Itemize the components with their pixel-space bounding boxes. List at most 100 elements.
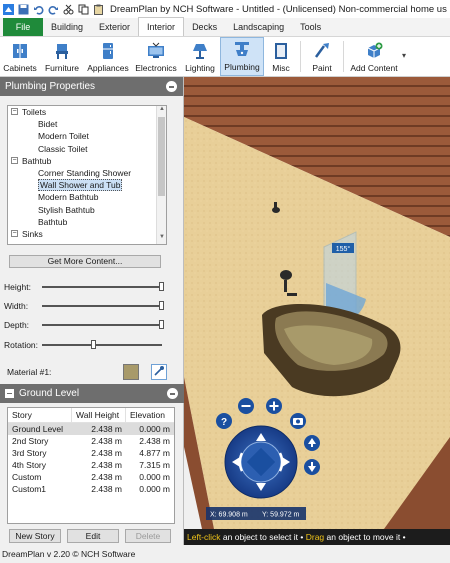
- table-row[interactable]: Ground Level 2.438 m 0.000 m: [8, 423, 174, 435]
- plumbing-properties-header[interactable]: Plumbing Properties: [0, 77, 183, 96]
- tree-item-label: Wall Shower and Tub: [38, 179, 123, 192]
- rotation-slider-knob[interactable]: [90, 340, 96, 349]
- table-row[interactable]: Custom 2.438 m 0.000 m: [8, 471, 174, 483]
- width-slider-knob[interactable]: [159, 301, 164, 310]
- tree-category[interactable]: − Toilets: [8, 106, 166, 118]
- paste-icon[interactable]: [93, 4, 104, 15]
- save-icon[interactable]: [18, 4, 29, 15]
- tree-item-label: Toilets: [22, 107, 47, 117]
- table-row[interactable]: 3rd Story 2.438 m 4.877 m: [8, 447, 174, 459]
- undo-icon[interactable]: [33, 4, 44, 15]
- paint-button[interactable]: Paint: [303, 37, 341, 76]
- tab-landscaping[interactable]: Landscaping: [225, 18, 292, 36]
- ground-level-header[interactable]: Ground Level: [0, 384, 184, 403]
- hint-text-1: an object to select it •: [220, 532, 306, 542]
- status-bar: DreamPlan v 2.20 © NCH Software: [0, 545, 450, 563]
- add-content-button[interactable]: Add Content: [346, 37, 402, 76]
- tree-scrollbar[interactable]: ▲ ▼: [156, 106, 166, 244]
- rotation-slider[interactable]: [42, 340, 162, 349]
- wall-height-cell: 2.438 m: [91, 424, 122, 434]
- cabinets-button[interactable]: Cabinets: [0, 37, 40, 76]
- tab-file[interactable]: File: [3, 18, 43, 36]
- left-panel: Plumbing Properties − Toilets Bidet Modern …: [0, 77, 184, 545]
- table-row[interactable]: 2nd Story 2.438 m 2.438 m: [8, 435, 174, 447]
- tree-item[interactable]: Modern Bathtub: [8, 191, 166, 203]
- column-elevation[interactable]: Elevation: [126, 408, 174, 422]
- elevation-cell: 4.877 m: [139, 448, 170, 458]
- appliances-button[interactable]: Appliances: [84, 37, 132, 76]
- tree-collapse-icon[interactable]: −: [11, 156, 18, 164]
- height-slider-row: Height:: [4, 281, 164, 293]
- tree-item-label: Sinks: [22, 228, 43, 239]
- tree-item[interactable]: Bidet: [8, 118, 166, 130]
- tab-building[interactable]: Building: [43, 18, 91, 36]
- edit-story-button[interactable]: Edit: [67, 529, 119, 543]
- tree-item-label: Bidet: [38, 119, 58, 130]
- eyedropper-icon: [153, 365, 165, 379]
- tab-decks[interactable]: Decks: [184, 18, 225, 36]
- appliances-label: Appliances: [87, 63, 129, 73]
- tree-item[interactable]: Classic Toilet: [8, 143, 166, 155]
- tree-category[interactable]: − Bathtub: [8, 155, 166, 167]
- electronics-button[interactable]: Electronics: [132, 37, 180, 76]
- get-more-content-button[interactable]: Get More Content...: [9, 255, 161, 268]
- ground-level-title: Ground Level: [5, 388, 79, 399]
- tab-exterior[interactable]: Exterior: [91, 18, 138, 36]
- level-panel-title: Ground Level: [19, 388, 80, 399]
- table-row[interactable]: 4th Story 2.438 m 7.315 m: [8, 459, 174, 471]
- lighting-icon: [191, 42, 209, 60]
- tree-item[interactable]: Modern Toilet: [8, 130, 166, 142]
- scroll-up-icon[interactable]: ▲: [157, 106, 166, 116]
- plumbing-label: Plumbing: [224, 62, 260, 72]
- width-slider[interactable]: [42, 301, 164, 310]
- width-label: Width:: [4, 301, 29, 311]
- delete-story-button[interactable]: Delete: [125, 529, 171, 543]
- tree-item[interactable]: Corner Standing Shower: [8, 167, 166, 179]
- tree-item[interactable]: Wall Shower and Tub: [8, 179, 166, 192]
- hint-drag: Drag: [305, 532, 325, 542]
- collapse-icon[interactable]: [167, 388, 178, 399]
- ribbon-separator: [343, 41, 344, 72]
- eyedropper-button[interactable]: [151, 364, 167, 380]
- redo-icon[interactable]: [48, 4, 59, 15]
- tree-category[interactable]: − Sinks: [8, 228, 166, 240]
- stories-table[interactable]: Story Wall Height Elevation Ground Level…: [7, 407, 175, 524]
- scrollbar-thumb[interactable]: [158, 117, 165, 196]
- table-row[interactable]: Custom1 2.438 m 0.000 m: [8, 483, 174, 495]
- story-cell: Custom: [12, 472, 42, 482]
- height-slider-knob[interactable]: [159, 282, 164, 291]
- height-slider[interactable]: [42, 282, 164, 291]
- depth-slider-knob[interactable]: [159, 320, 164, 329]
- plumbing-button[interactable]: Plumbing: [220, 37, 264, 76]
- wall-height-cell: 2.438 m: [91, 448, 122, 458]
- column-story[interactable]: Story: [8, 408, 72, 422]
- lighting-button[interactable]: Lighting: [180, 37, 220, 76]
- tab-interior[interactable]: Interior: [138, 17, 185, 36]
- copy-icon[interactable]: [78, 4, 89, 15]
- ribbon-more-icon[interactable]: ▾: [402, 37, 406, 76]
- width-slider-row: Width:: [4, 300, 164, 312]
- column-wall-height[interactable]: Wall Height: [72, 408, 126, 422]
- tree-item[interactable]: Bathtub: [8, 216, 166, 228]
- depth-slider[interactable]: [42, 320, 164, 329]
- cabinets-label: Cabinets: [3, 63, 37, 73]
- scroll-down-icon[interactable]: ▼: [157, 234, 166, 244]
- furniture-icon: [53, 42, 71, 60]
- collapse-icon[interactable]: [166, 81, 177, 92]
- material-swatch[interactable]: [123, 364, 139, 380]
- hint-bar: Left-click an object to select it • Drag…: [184, 529, 450, 545]
- misc-button[interactable]: Misc: [264, 37, 298, 76]
- tree-collapse-icon[interactable]: −: [11, 108, 18, 115]
- furniture-button[interactable]: Furniture: [40, 37, 84, 76]
- new-story-button[interactable]: New Story: [9, 529, 61, 543]
- tab-tools[interactable]: Tools: [292, 18, 329, 36]
- wall-height-cell: 2.438 m: [91, 460, 122, 470]
- tree-collapse-icon[interactable]: −: [11, 229, 18, 237]
- minus-box-icon[interactable]: [5, 389, 14, 398]
- cut-icon[interactable]: [63, 4, 74, 15]
- tree-item-label: Modern Bathtub: [38, 192, 99, 203]
- plumbing-tree[interactable]: − Toilets Bidet Modern Toilet Classic Toilet…: [7, 105, 167, 245]
- 3d-viewport[interactable]: 155° ? X: 69.908 m Y: 59.972 m: [184, 77, 450, 529]
- menu-tabs: File Building Exterior Interior Decks La…: [0, 17, 450, 37]
- tree-item[interactable]: Stylish Bathtub: [8, 204, 166, 216]
